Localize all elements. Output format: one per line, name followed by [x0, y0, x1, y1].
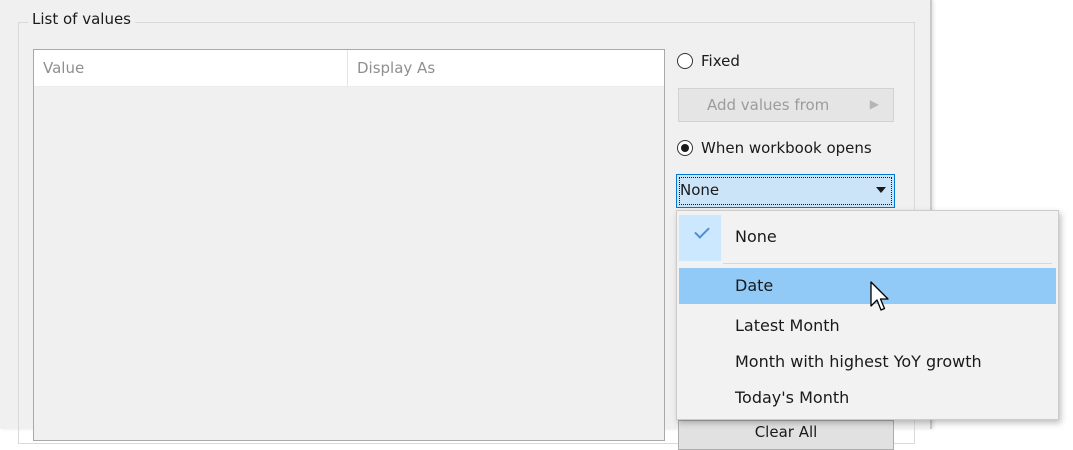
column-header-display-as[interactable]: Display As: [357, 59, 435, 77]
workbook-field-combo[interactable]: None: [676, 174, 895, 208]
add-values-from-label: Add values from: [707, 96, 830, 114]
dropdown-item-month-highest-yoy[interactable]: Month with highest YoY growth: [735, 352, 982, 371]
group-title: List of values: [28, 10, 136, 28]
when-workbook-opens-label[interactable]: When workbook opens: [701, 139, 872, 157]
fixed-option[interactable]: Fixed: [677, 52, 740, 70]
when-workbook-opens-option[interactable]: When workbook opens: [677, 139, 872, 157]
fixed-label[interactable]: Fixed: [701, 52, 740, 70]
check-icon: [694, 223, 710, 239]
column-header-value[interactable]: Value: [43, 59, 84, 77]
fixed-radio[interactable]: [677, 53, 693, 69]
dropdown-item-none[interactable]: None: [735, 227, 777, 246]
chevron-down-icon[interactable]: [876, 187, 886, 193]
dropdown-item-latest-month[interactable]: Latest Month: [735, 316, 840, 335]
add-values-from-button[interactable]: Add values from ▶: [678, 88, 894, 122]
dropdown-item-todays-month[interactable]: Today's Month: [735, 388, 849, 407]
combo-dropdown-list: None Date Latest Month Month with highes…: [676, 210, 1059, 420]
dropdown-item-date[interactable]: Date: [735, 276, 773, 295]
dropdown-separator: [723, 263, 1052, 264]
list-header: Value Display As: [34, 50, 664, 87]
mouse-cursor-icon: [870, 281, 889, 311]
column-divider[interactable]: [347, 50, 348, 86]
clear-all-button[interactable]: Clear All: [678, 420, 894, 450]
combo-selected-value: None: [680, 181, 720, 199]
checked-item-marker: [679, 215, 721, 261]
chevron-right-icon: ▶: [869, 97, 879, 111]
when-workbook-opens-radio[interactable]: [677, 140, 693, 156]
values-list[interactable]: Value Display As: [33, 49, 665, 441]
